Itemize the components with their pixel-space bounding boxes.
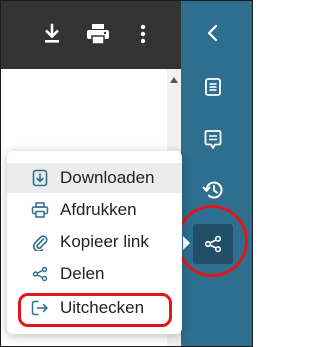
menu-item-label: Delen: [60, 264, 105, 283]
menu-item-uitchecken[interactable]: Uitchecken: [7, 293, 182, 323]
scroll-up-arrow[interactable]: [170, 77, 178, 83]
history-button[interactable]: [201, 178, 225, 202]
more-vertical-icon: [140, 24, 146, 44]
right-sidebar: [181, 1, 252, 346]
chevron-left-icon: [207, 24, 218, 42]
menu-item-afdrukken[interactable]: Afdrukken: [7, 195, 182, 225]
active-indicator-arrow: [183, 236, 190, 250]
print-button[interactable]: [85, 21, 111, 47]
share-menu: Downloaden Afdrukken Kopieer link Delen …: [7, 151, 182, 334]
print-icon: [87, 24, 109, 45]
download-icon: [45, 23, 59, 43]
share-icon: [30, 264, 50, 284]
history-icon: [202, 181, 223, 199]
share-icon: [204, 235, 222, 253]
document-list-icon: [205, 78, 221, 96]
menu-item-downloaden[interactable]: Downloaden: [7, 163, 182, 193]
menu-item-label: Afdrukken: [60, 200, 137, 219]
menu-item-label: Kopieer link: [60, 232, 149, 251]
download-file-icon: [30, 168, 50, 188]
more-options-button[interactable]: [130, 21, 156, 47]
menu-item-delen[interactable]: Delen: [7, 259, 182, 289]
comment-icon: [204, 130, 222, 149]
document-toolbar: [1, 1, 181, 69]
menu-item-label: Uitchecken: [60, 298, 145, 317]
comments-button[interactable]: [201, 128, 225, 152]
document-info-button[interactable]: [201, 75, 225, 99]
print-icon: [30, 200, 50, 220]
download-button[interactable]: [39, 21, 65, 47]
checkout-icon: [30, 298, 50, 318]
collapse-sidebar-button[interactable]: [201, 21, 225, 45]
paperclip-icon: [30, 232, 50, 252]
menu-item-label: Downloaden: [60, 168, 155, 187]
app-frame: Downloaden Afdrukken Kopieer link Delen …: [0, 0, 253, 347]
menu-item-kopieer-link[interactable]: Kopieer link: [7, 227, 182, 257]
share-button[interactable]: [193, 224, 233, 264]
